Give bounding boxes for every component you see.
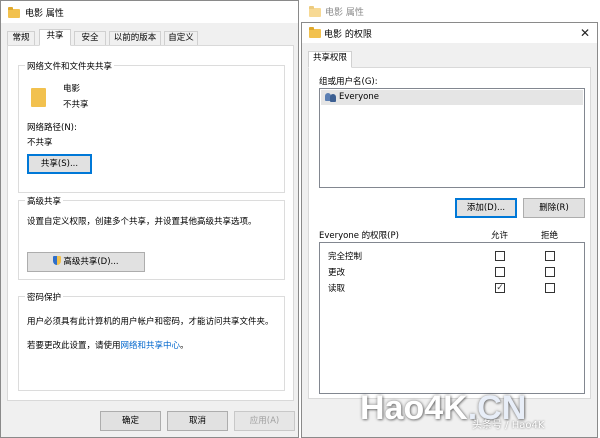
allow-checkbox-checked[interactable]: ✓: [495, 283, 505, 293]
properties-window: 电影 属性 常规 共享 安全 以前的版本 自定义 网络文件和文件夹共享 电影 不…: [0, 0, 299, 438]
permissions-title: 电影 的权限: [324, 30, 372, 40]
background-folder-icon: [309, 6, 321, 17]
user-everyone: Everyone: [339, 92, 379, 102]
background-window-title: 电影 属性: [325, 8, 364, 18]
share-button[interactable]: 共享(S)...: [27, 154, 92, 174]
permission-name: 更改: [328, 268, 346, 278]
background-properties-window: 电影 属性: [301, 0, 600, 22]
password-protection-group: 密码保护 用户必须具有此计算机的用户帐户和密码，才能访问共享文件夹。 若要更改此…: [18, 291, 285, 391]
table-row: 读取 ✓: [320, 281, 584, 297]
permissions-title-bar: 电影 的权限 ✕: [302, 23, 597, 43]
close-icon[interactable]: ✕: [580, 26, 590, 40]
tab-share-permissions[interactable]: 共享权限: [308, 51, 352, 68]
folder-icon: [8, 7, 20, 18]
table-row: 更改: [320, 265, 584, 281]
advanced-sharing-button-label: 高级共享(D)...: [63, 257, 119, 267]
permissions-label: Everyone 的权限(P): [319, 231, 399, 241]
list-item[interactable]: Everyone: [321, 90, 583, 105]
advanced-sharing-button[interactable]: 高级共享(D)...: [27, 252, 145, 272]
tab-security[interactable]: 安全: [74, 31, 106, 46]
cancel-button[interactable]: 取消: [167, 411, 228, 431]
deny-checkbox[interactable]: [545, 267, 555, 277]
permissions-table: 完全控制 更改 读取 ✓: [319, 242, 585, 394]
tab-sharing[interactable]: 共享: [39, 29, 71, 46]
advanced-sharing-description: 设置自定义权限，创建多个共享，并设置其他高级共享选项。: [27, 217, 257, 227]
tab-customize[interactable]: 自定义: [164, 31, 198, 46]
advanced-sharing-label: 高级共享: [25, 195, 64, 207]
shield-icon: [53, 256, 62, 265]
title-bar: 电影 属性: [1, 1, 298, 23]
share-permissions-panel: 组或用户名(G): Everyone 添加(D)... 删除(R) Everyo…: [308, 67, 591, 399]
advanced-sharing-group: 高级共享 设置自定义权限，创建多个共享，并设置其他高级共享选项。 高级共享(D)…: [18, 195, 285, 280]
user-group-icon-2: [330, 94, 336, 102]
network-sharing-label: 网络文件和文件夹共享: [25, 60, 115, 72]
watermark: Hao4K.CN 头条号 / Hao4K: [360, 388, 600, 438]
deny-checkbox[interactable]: [545, 283, 555, 293]
users-list[interactable]: Everyone: [319, 88, 585, 188]
network-path-value: 不共享: [27, 138, 53, 148]
permissions-folder-icon: [309, 27, 321, 38]
network-sharing-center-link[interactable]: 网络和共享中心: [121, 341, 181, 351]
tab-general[interactable]: 常规: [7, 31, 35, 46]
folder-name: 电影: [63, 84, 81, 94]
table-row: 完全控制: [320, 249, 584, 265]
password-protection-description: 用户必须具有此计算机的用户帐户和密码，才能访问共享文件夹。: [27, 317, 274, 327]
watermark-source: 头条号 / Hao4K: [472, 420, 545, 431]
window-title: 电影 属性: [25, 9, 64, 19]
ok-button[interactable]: 确定: [100, 411, 161, 431]
deny-header: 拒绝: [541, 231, 559, 241]
allow-checkbox[interactable]: [495, 251, 505, 261]
permissions-dialog: 电影 的权限 ✕ 共享权限 组或用户名(G): Everyone 添加(D)..…: [301, 22, 598, 438]
allow-checkbox[interactable]: [495, 267, 505, 277]
tab-content-panel: 网络文件和文件夹共享 电影 不共享 网络路径(N): 不共享 共享(S)... …: [7, 45, 294, 401]
apply-button[interactable]: 应用(A): [234, 411, 295, 431]
remove-button[interactable]: 删除(R): [523, 198, 585, 218]
shared-folder-icon: [31, 88, 46, 107]
network-sharing-group: 网络文件和文件夹共享 电影 不共享 网络路径(N): 不共享 共享(S)...: [18, 60, 285, 193]
share-status: 不共享: [63, 100, 89, 110]
tab-previous-versions[interactable]: 以前的版本: [109, 31, 161, 46]
add-button[interactable]: 添加(D)...: [455, 198, 517, 218]
password-protection-label: 密码保护: [25, 291, 64, 303]
change-setting-text: 若要更改此设置，请使用网络和共享中心。: [27, 341, 189, 351]
deny-checkbox[interactable]: [545, 251, 555, 261]
allow-header: 允许: [491, 231, 509, 241]
users-label: 组或用户名(G):: [319, 77, 378, 87]
network-path-label: 网络路径(N):: [27, 123, 77, 133]
permission-name: 完全控制: [328, 252, 363, 262]
permission-name: 读取: [328, 284, 346, 294]
